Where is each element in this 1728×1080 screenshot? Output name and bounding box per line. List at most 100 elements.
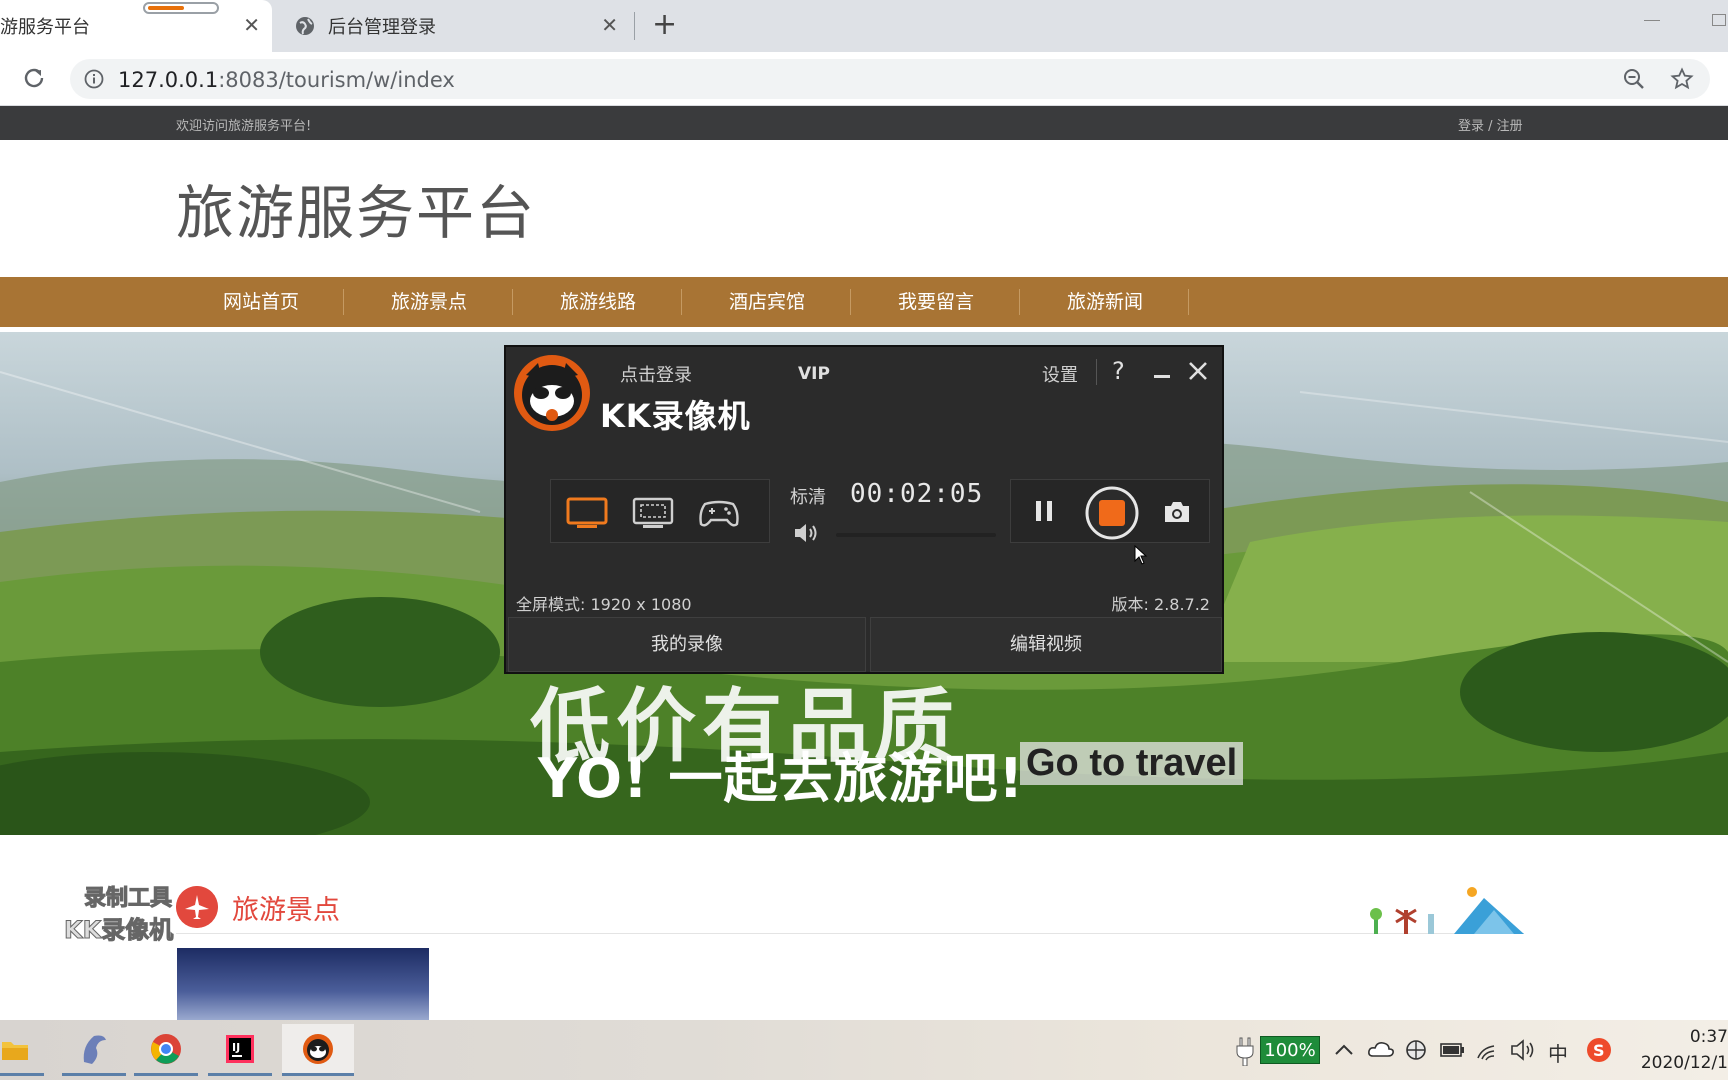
screenshot-camera-icon[interactable]: [1162, 499, 1192, 525]
pause-icon[interactable]: [1032, 497, 1056, 525]
nav-messages[interactable]: 我要留言: [852, 277, 1020, 327]
chevron-up-icon[interactable]: [1332, 1034, 1356, 1066]
capture-mode-group: [550, 479, 770, 543]
game-mode-icon[interactable]: [697, 496, 741, 530]
recording-timer: 00:02:05: [850, 479, 984, 509]
region-mode-icon[interactable]: [631, 496, 675, 530]
recorder-version: 版本: 2.8.7.2: [1111, 595, 1210, 614]
clock-time: 0:37: [1689, 1027, 1728, 1047]
tab-title: 后台管理登录: [328, 17, 436, 38]
url-host: 127.0.0.1: [118, 68, 219, 92]
folder-icon: [2, 1042, 28, 1060]
help-button[interactable]: ?: [1112, 357, 1125, 385]
window-minimize-icon[interactable]: [1644, 20, 1660, 21]
url-text[interactable]: 127.0.0.1:8083/tourism/w/index: [118, 68, 455, 92]
bookmark-star-icon[interactable]: [1670, 67, 1694, 91]
network-settings-icon[interactable]: [1402, 1034, 1430, 1066]
browser-toolbar: 127.0.0.1:8083/tourism/w/index: [0, 52, 1728, 106]
running-indicator: [62, 1073, 126, 1076]
taskbar-dolphin-app[interactable]: [62, 1024, 126, 1076]
nav-attractions[interactable]: 旅游景点: [345, 277, 513, 327]
tab-title: 旅游服务平台: [0, 17, 90, 38]
taskbar-kk-recorder[interactable]: [282, 1024, 354, 1076]
tab-close-icon[interactable]: ✕: [243, 14, 260, 36]
battery-percentage[interactable]: 100%: [1260, 1036, 1320, 1064]
input-method-indicator[interactable]: 中: [1548, 1038, 1568, 1067]
sogou-ime-icon[interactable]: S: [1584, 1034, 1614, 1066]
windows-taskbar: IJ 100% 中 S 0:37 2020/12/1: [0, 1020, 1728, 1080]
recorder-settings-button[interactable]: 设置: [1042, 361, 1078, 387]
nav-divider: [850, 289, 851, 315]
svg-text:S: S: [1593, 1041, 1605, 1060]
info-icon[interactable]: [84, 69, 104, 89]
speaker-icon[interactable]: [1508, 1034, 1538, 1066]
loading-indicator: [143, 2, 219, 14]
url-path: :8083/tourism/w/index: [218, 68, 455, 92]
nav-hotels[interactable]: 酒店宾馆: [683, 277, 851, 327]
volume-slider[interactable]: [836, 533, 996, 537]
hero-slogan-2: YO! 一起去旅游吧!: [538, 747, 1025, 810]
my-recordings-button[interactable]: 我的录像: [508, 617, 866, 672]
quality-selector[interactable]: 标清: [790, 483, 826, 509]
close-icon[interactable]: [1186, 359, 1210, 383]
window-maximize-icon[interactable]: [1712, 14, 1726, 26]
tab-admin-login[interactable]: 后台管理登录 ✕: [284, 0, 630, 52]
kk-raccoon-logo-icon: [514, 355, 590, 431]
nav-divider: [1019, 289, 1020, 315]
intellij-icon: IJ: [226, 1035, 254, 1063]
browser-tab-bar: 旅游服务平台 ✕ 后台管理登录 ✕ +: [0, 0, 1728, 52]
nav-divider: [681, 289, 682, 315]
nav-news[interactable]: 旅游新闻: [1021, 277, 1189, 327]
header-separator: [1096, 359, 1097, 385]
recorder-brand: KK录像机: [600, 397, 751, 435]
tab-close-icon[interactable]: ✕: [601, 14, 618, 36]
zoom-icon[interactable]: [1622, 67, 1646, 91]
mouse-cursor-icon: [1134, 545, 1148, 565]
taskbar-chrome[interactable]: [134, 1024, 198, 1076]
hero-slogan-3: Go to travel: [1020, 742, 1244, 785]
recorder-login-link[interactable]: 点击登录: [620, 361, 692, 387]
chrome-icon: [151, 1034, 181, 1064]
nav-divider: [512, 289, 513, 315]
kk-recorder-icon: [303, 1034, 333, 1064]
login-register-link[interactable]: 登录 / 注册: [1458, 115, 1523, 134]
volume-icon[interactable]: [792, 521, 820, 545]
stop-record-icon[interactable]: [1084, 485, 1140, 541]
running-indicator: [134, 1073, 198, 1076]
tab-tourism-platform[interactable]: 旅游服务平台 ✕: [0, 0, 272, 52]
reload-icon[interactable]: [20, 64, 48, 92]
dolphin-icon: [83, 1035, 106, 1064]
wifi-icon[interactable]: [1474, 1034, 1502, 1066]
scenery-decoration-icon: [1370, 887, 1524, 934]
new-tab-button[interactable]: +: [652, 8, 677, 42]
attractions-section-header: 旅游景点: [176, 880, 1524, 934]
welcome-text: 欢迎访问旅游服务平台!: [176, 119, 312, 134]
power-plug-icon[interactable]: [1234, 1034, 1256, 1066]
running-indicator: [0, 1073, 44, 1076]
globe-icon: [296, 17, 314, 35]
fullscreen-mode-icon[interactable]: [565, 496, 609, 530]
nav-home[interactable]: 网站首页: [177, 277, 345, 327]
fullscreen-resolution: 全屏模式: 1920 x 1080: [516, 595, 692, 614]
clock-date: 2020/12/1: [1640, 1053, 1728, 1073]
site-top-bar: 欢迎访问旅游服务平台! 登录 / 注册: [0, 106, 1728, 140]
section-title: 旅游景点: [232, 895, 340, 926]
site-title: 旅游服务平台: [176, 179, 537, 247]
running-indicator: [282, 1073, 354, 1076]
taskbar-file-explorer[interactable]: [0, 1024, 44, 1076]
address-bar[interactable]: 127.0.0.1:8083/tourism/w/index: [70, 59, 1710, 99]
cloud-icon[interactable]: [1366, 1034, 1396, 1066]
vip-button[interactable]: VIP: [798, 364, 830, 384]
battery-icon[interactable]: [1438, 1034, 1466, 1066]
attraction-thumbnail[interactable]: [177, 948, 429, 1020]
kk-recorder-window: 点击登录 VIP 设置 ? KK录像机 标清 00:02:05 全屏模式: 19…: [504, 345, 1224, 674]
nav-divider: [343, 289, 344, 315]
recorder-watermark: 录制工具 KK录像机: [63, 880, 204, 945]
taskbar-intellij[interactable]: IJ: [208, 1024, 272, 1076]
edit-video-button[interactable]: 编辑视频: [870, 617, 1222, 672]
minimize-icon[interactable]: [1150, 361, 1174, 385]
nav-divider: [1188, 289, 1189, 315]
nav-routes[interactable]: 旅游线路: [514, 277, 682, 327]
system-clock[interactable]: 0:37 2020/12/1: [1636, 1024, 1728, 1076]
watermark-line-1: 录制工具: [83, 886, 173, 912]
